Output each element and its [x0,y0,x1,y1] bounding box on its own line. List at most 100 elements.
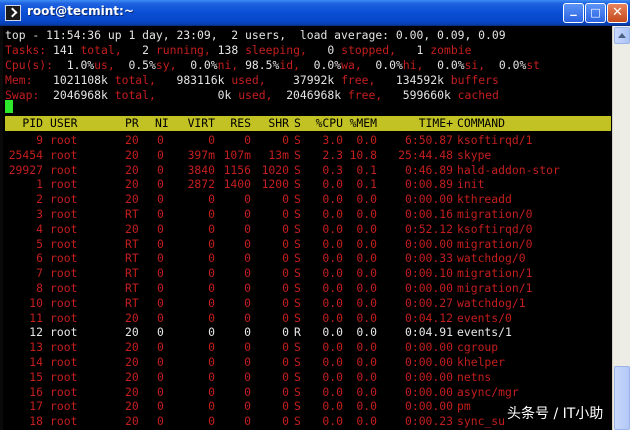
cell-virt: 0 [208,384,215,399]
cell-shr: 0 [282,295,289,310]
cell-ni: 0 [157,221,164,236]
cell-state: S [294,281,301,295]
cell-user: root [50,384,78,399]
cell-pr: RT [125,281,139,295]
cell-state: S [294,340,301,355]
cell-mem: 0.0 [356,340,377,355]
cell-virt: 0 [208,325,215,340]
cell-mem: 0.0 [356,281,377,295]
cell-res: 0 [244,281,251,295]
cell-cpu: 2.3 [322,147,343,162]
cell-time: 0:04.12 [404,310,453,325]
window-title: root@tecmint:~ [27,4,134,18]
cell-time: 0:00.00 [404,340,453,355]
terminal-screen[interactable]: top - 11:54:36 up 1 day, 23:09, 2 users,… [3,26,612,430]
cell-pr: 20 [125,310,139,325]
cell-shr: 0 [282,399,289,414]
cell-pid: 2 [36,192,43,207]
process-row: 4 root 20 0 0 0 0 S 0.0 0.0 0:52.12 ksoftirqd/0 [3,222,609,237]
scroll-up-arrow-icon[interactable] [614,27,630,44]
cell-shr: 0 [282,414,289,429]
cell-cpu: 0.0 [322,251,343,266]
maximize-button[interactable]: □ [585,3,606,23]
process-row: 7 root RT 0 0 0 0 S 0.0 0.0 0:00.10 migration/1 [3,266,609,281]
cell-command: khelper [457,355,506,369]
cell-ni: 0 [157,325,164,340]
cell-cpu: 0.0 [322,369,343,384]
col-pr: PR [125,116,139,130]
cell-res: 0 [244,251,251,266]
cell-command: migration/1 [457,281,533,295]
cell-cpu: 3.0 [322,133,343,147]
mem-line: Mem: 1021108k total, 983116k used, 37992… [5,73,499,87]
window-titlebar[interactable]: root@tecmint:~ _ □ ✕ [0,0,630,26]
cell-cpu: 0.0 [322,310,343,325]
vertical-scrollbar[interactable] [612,26,630,430]
cell-mem: 0.0 [356,295,377,310]
cell-cpu: 0.0 [322,325,343,340]
cell-virt: 0 [208,236,215,251]
tasks-line: Tasks: 141 total, 2 running, 138 sleepin… [5,43,472,57]
cell-virt: 0 [208,221,215,236]
cell-command: kthreadd [457,192,512,207]
cell-user: root [50,177,78,192]
cell-command: async/mgr [457,384,519,399]
close-button[interactable]: ✕ [607,3,628,23]
cell-user: root [50,133,78,147]
col-ni: NI [155,116,169,130]
cell-command: watchdog/1 [457,295,526,310]
process-row: 10 root RT 0 0 0 0 S 0.0 0.0 0:00.27 watchdog/1 [3,296,609,311]
terminal-cursor [5,100,13,113]
cell-pr: 20 [125,221,139,236]
cell-shr: 0 [282,207,289,221]
cell-pr: 20 [125,355,139,369]
col-pid: PID [22,116,43,130]
cell-shr: 0 [282,251,289,266]
cell-state: S [294,147,301,162]
cell-res: 0 [244,133,251,147]
cell-command: ksoftirqd/1 [457,133,533,147]
cell-state: S [294,369,301,384]
cell-command: pm [457,399,471,414]
cell-time: 0:46.89 [404,162,453,177]
scrollbar-thumb[interactable] [614,366,630,430]
cell-ni: 0 [157,251,164,266]
cell-user: root [50,221,78,236]
cell-command: migration/0 [457,236,533,251]
cell-pid: 4 [36,221,43,236]
cell-pid: 8 [36,281,43,295]
cell-res: 0 [244,266,251,281]
terminal-app-icon[interactable] [5,5,21,21]
cell-command: ksoftirqd/0 [457,221,533,236]
cell-ni: 0 [157,162,164,177]
col-command: COMMAND [457,116,506,130]
minimize-button[interactable]: _ [563,2,584,23]
cell-cpu: 0.0 [322,295,343,310]
cell-ni: 0 [157,369,164,384]
cell-shr: 0 [282,266,289,281]
maximize-icon: □ [590,6,601,19]
cell-pid: 12 [29,325,43,340]
cell-pr: 20 [125,133,139,147]
cell-time: 0:00.00 [404,236,453,251]
cell-user: root [50,399,78,414]
cell-cpu: 0.0 [322,340,343,355]
cell-user: root [50,281,78,295]
cell-virt: 3840 [187,162,215,177]
cell-ni: 0 [157,310,164,325]
cell-cpu: 0.0 [322,266,343,281]
cell-time: 0:00.00 [404,384,453,399]
cell-virt: 0 [208,133,215,147]
cell-pid: 14 [29,355,43,369]
cell-ni: 0 [157,147,164,162]
cell-pr: RT [125,236,139,251]
cell-command: watchdog/0 [457,251,526,266]
cell-state: S [294,399,301,414]
cell-pid: 13 [29,340,43,355]
cell-time: 0:00.89 [404,177,453,192]
process-row: 2 root 20 0 0 0 0 S 0.0 0.0 0:00.00 kthreadd [3,192,609,207]
cell-command: migration/1 [457,266,533,281]
cell-mem: 0.0 [356,384,377,399]
cell-res: 0 [244,236,251,251]
cell-cpu: 0.3 [322,162,343,177]
